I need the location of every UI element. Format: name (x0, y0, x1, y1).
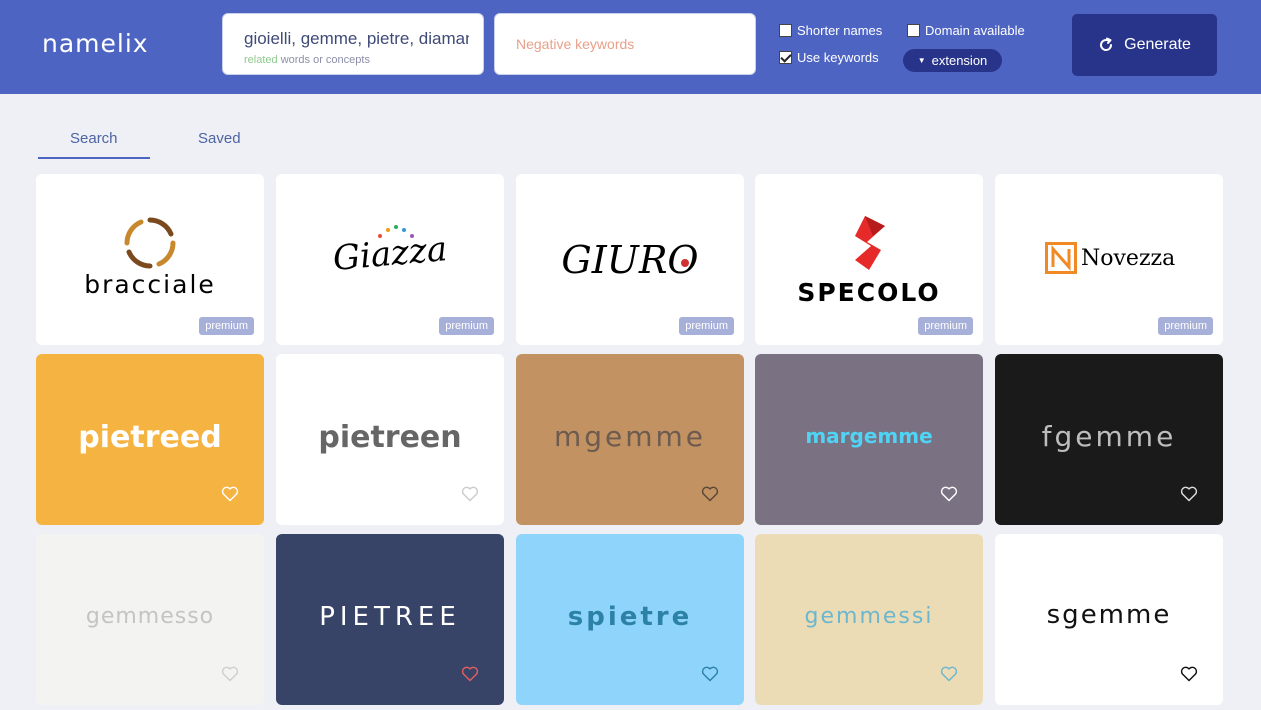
heart-icon[interactable] (701, 486, 719, 502)
extension-label: extension (931, 53, 988, 68)
use-keywords-label: Use keywords (797, 50, 879, 65)
red-dot-icon (681, 259, 689, 267)
name-card[interactable]: pietreed (36, 354, 264, 525)
top-bar: namelix related words or concepts Shorte… (0, 0, 1261, 94)
brand-name: pietreed (78, 420, 222, 455)
brand-name: PIETREE (319, 602, 461, 632)
name-card[interactable]: margemme (755, 354, 983, 525)
premium-badge: premium (439, 317, 494, 335)
name-card[interactable]: Novezza premium (995, 174, 1223, 345)
app-logo[interactable]: namelix (42, 29, 149, 58)
name-card[interactable]: PIETREE (276, 534, 504, 705)
premium-badge: premium (918, 317, 973, 335)
tab-saved[interactable]: Saved (198, 130, 241, 147)
shorter-names-option[interactable]: Shorter names (779, 23, 882, 38)
shorter-names-checkbox[interactable] (779, 24, 792, 37)
caret-down-icon: ▼ (917, 56, 926, 65)
brand-name: bracciale (84, 270, 216, 299)
name-card[interactable]: mgemme (516, 354, 744, 525)
brand-name: margemme (805, 424, 933, 448)
name-card[interactable]: spietre (516, 534, 744, 705)
n-square-icon (1045, 242, 1077, 274)
brand-name: GIURO (561, 238, 699, 282)
heart-icon[interactable] (1180, 666, 1198, 682)
name-card[interactable]: fgemme (995, 354, 1223, 525)
refresh-icon (1100, 37, 1113, 51)
brand-name: pietreen (318, 420, 462, 455)
use-keywords-checkbox[interactable] (779, 51, 792, 64)
brand-name: mgemme (553, 420, 707, 453)
domain-available-label: Domain available (925, 23, 1025, 38)
keywords-hint: related words or concepts (244, 54, 370, 66)
brand-name: SPECOLO (797, 278, 941, 307)
name-card[interactable]: gemmesso (36, 534, 264, 705)
name-card[interactable]: GIURO premium (516, 174, 744, 345)
name-card[interactable]: pietreen (276, 354, 504, 525)
use-keywords-option[interactable]: Use keywords (779, 50, 879, 65)
heart-icon[interactable] (1180, 486, 1198, 502)
keywords-field[interactable]: related words or concepts (222, 13, 484, 75)
name-card[interactable]: sgemme (995, 534, 1223, 705)
heart-icon[interactable] (461, 666, 479, 682)
brand-name: spietre (567, 602, 693, 632)
brand-name: sgemme (1046, 600, 1172, 630)
domain-available-checkbox[interactable] (907, 24, 920, 37)
tab-search[interactable]: Search (70, 130, 118, 147)
premium-badge: premium (199, 317, 254, 335)
hint-highlight: related (244, 54, 278, 66)
name-card[interactable]: gemmessi (755, 534, 983, 705)
active-tab-indicator (38, 157, 150, 159)
heart-icon[interactable] (221, 486, 239, 502)
negative-keywords-input[interactable] (516, 36, 741, 52)
brand-name: gemmesso (85, 604, 215, 629)
premium-badge: premium (1158, 317, 1213, 335)
generate-label: Generate (1124, 36, 1191, 53)
heart-icon[interactable] (461, 486, 479, 502)
lightning-s-icon (855, 216, 885, 270)
premium-badge: premium (679, 317, 734, 335)
hint-text: words or concepts (277, 54, 370, 66)
heart-icon[interactable] (940, 666, 958, 682)
generate-button[interactable]: Generate (1072, 14, 1217, 76)
shorter-names-label: Shorter names (797, 23, 883, 38)
ring-logo-icon (124, 217, 176, 269)
negative-keywords-field[interactable] (494, 13, 756, 75)
name-card[interactable]: Giazza premium (276, 174, 504, 345)
keywords-input[interactable] (244, 29, 469, 49)
name-card[interactable]: SPECOLO premium (755, 174, 983, 345)
brand-name: Novezza (1081, 246, 1176, 271)
heart-icon[interactable] (940, 486, 958, 502)
extension-dropdown[interactable]: ▼ extension (903, 49, 1002, 72)
brand-name: Giazza (331, 229, 449, 279)
heart-icon[interactable] (701, 666, 719, 682)
heart-icon[interactable] (221, 666, 239, 682)
brand-name: fgemme (1041, 420, 1177, 453)
name-card[interactable]: bracciale premium (36, 174, 264, 345)
brand-name: gemmessi (804, 604, 934, 629)
domain-available-option[interactable]: Domain available (907, 23, 1025, 38)
